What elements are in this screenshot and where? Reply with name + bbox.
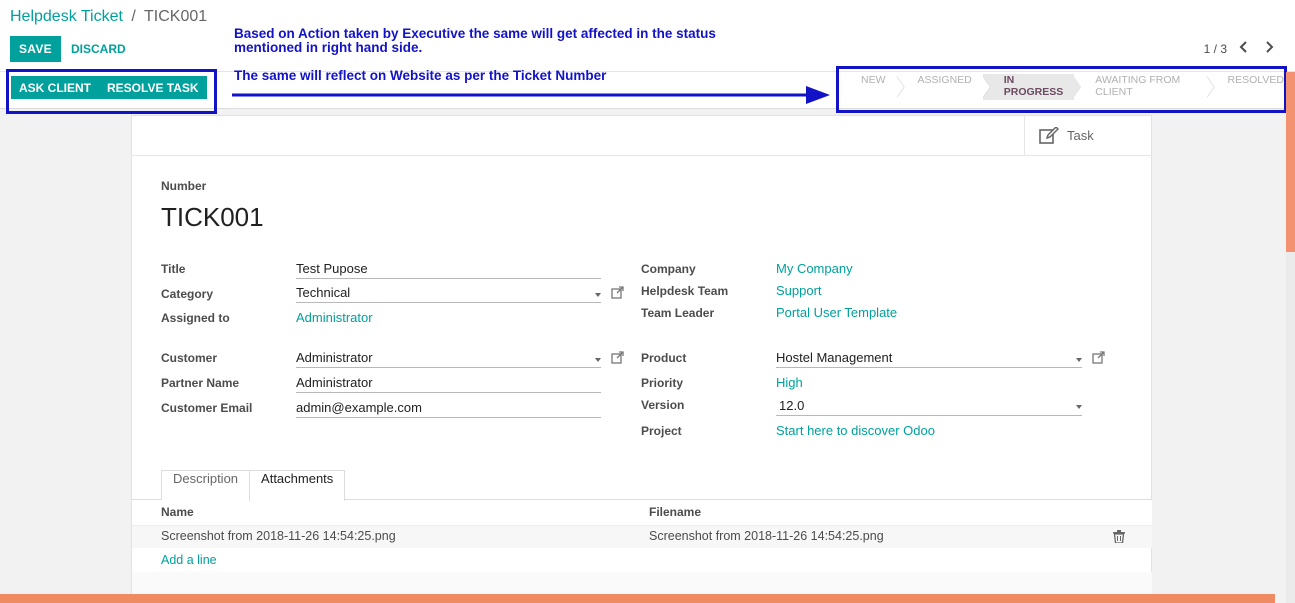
tab-attachments[interactable]: Attachments: [249, 470, 346, 501]
chevron-down-icon[interactable]: [595, 358, 601, 362]
breadcrumb-separator: /: [131, 8, 136, 25]
breadcrumb-parent-link[interactable]: Helpdesk Ticket: [10, 8, 123, 25]
title-field[interactable]: Test Pupose: [296, 259, 601, 279]
priority-link[interactable]: High: [776, 375, 803, 390]
title-label: Title: [161, 262, 186, 276]
partner-name-label: Partner Name: [161, 376, 240, 390]
annotation-website-note: The same will reflect on Website as per …: [234, 68, 607, 83]
version-label: Version: [641, 398, 685, 412]
company-link[interactable]: My Company: [776, 261, 853, 276]
customer-field[interactable]: Administrator: [296, 348, 601, 368]
form-sheet: Task Number TICK001 Title Test Pupose Ca…: [131, 115, 1152, 603]
chevron-down-icon[interactable]: [595, 293, 601, 297]
annotation-status-note: Based on Action taken by Executive the s…: [234, 26, 716, 55]
helpdesk-team-link[interactable]: Support: [776, 283, 822, 298]
project-link[interactable]: Start here to discover Odoo: [776, 423, 935, 438]
annotation-arrow-icon: [232, 86, 830, 104]
attachment-filename-cell[interactable]: Screenshot from 2018-11-26 14:54:25.png: [649, 529, 884, 543]
ticket-number: TICK001: [161, 202, 264, 232]
breadcrumb: Helpdesk Ticket / TICK001: [10, 8, 207, 26]
chevron-left-icon: [1239, 40, 1247, 53]
trash-icon[interactable]: [1113, 530, 1125, 543]
edit-icon: [1039, 126, 1059, 144]
column-header-name[interactable]: Name: [161, 505, 194, 519]
customer-email-field[interactable]: admin@example.com: [296, 398, 601, 418]
version-field[interactable]: 12.0: [776, 396, 1082, 416]
customer-label: Customer: [161, 351, 218, 365]
product-field[interactable]: Hostel Management: [776, 348, 1082, 368]
task-smart-button[interactable]: Task: [1024, 116, 1152, 156]
attachment-name-cell[interactable]: Screenshot from 2018-11-26 14:54:25.png: [161, 529, 396, 543]
team-leader-label: Team Leader: [641, 306, 715, 320]
save-button[interactable]: SAVE: [10, 36, 61, 62]
category-label: Category: [161, 287, 214, 301]
add-a-line-link[interactable]: Add a line: [161, 553, 217, 567]
product-label: Product: [641, 351, 687, 365]
notebook-tabs: Description Attachments: [161, 470, 346, 501]
assigned-to-link[interactable]: Administrator: [296, 310, 373, 325]
tab-description[interactable]: Description: [161, 470, 251, 500]
partner-name-field[interactable]: Administrator: [296, 373, 601, 393]
task-smart-button-label: Task: [1067, 128, 1094, 143]
pager-previous-button[interactable]: [1234, 38, 1254, 58]
breadcrumb-current: TICK001: [144, 8, 208, 25]
assigned-to-label: Assigned to: [161, 311, 230, 325]
company-label: Company: [641, 262, 696, 276]
annotation-box-stages: [836, 66, 1287, 113]
project-label: Project: [641, 424, 682, 438]
category-field[interactable]: Technical: [296, 283, 601, 303]
priority-label: Priority: [641, 376, 684, 390]
helpdesk-team-label: Helpdesk Team: [641, 284, 729, 298]
customer-email-label: Customer Email: [161, 401, 253, 415]
pager-next-button[interactable]: [1259, 38, 1279, 58]
scrollbar-thumb[interactable]: [1286, 72, 1295, 252]
column-header-filename[interactable]: Filename: [649, 505, 701, 519]
sheet-divider: [132, 155, 1152, 156]
chevron-right-icon: [1266, 40, 1274, 53]
external-link-icon[interactable]: [611, 286, 624, 299]
attachments-table-header: [132, 500, 1152, 526]
chevron-down-icon[interactable]: [1076, 358, 1082, 362]
external-link-icon[interactable]: [611, 351, 624, 364]
chevron-down-icon[interactable]: [1076, 405, 1082, 409]
number-label: Number: [161, 179, 207, 193]
team-leader-link[interactable]: Portal User Template: [776, 305, 897, 320]
page-bottom-bar: [0, 594, 1275, 603]
discard-button[interactable]: DISCARD: [63, 36, 134, 62]
external-link-icon[interactable]: [1092, 351, 1105, 364]
annotation-box-buttons: [6, 69, 217, 114]
pager-value: 1 / 3: [1203, 42, 1227, 56]
